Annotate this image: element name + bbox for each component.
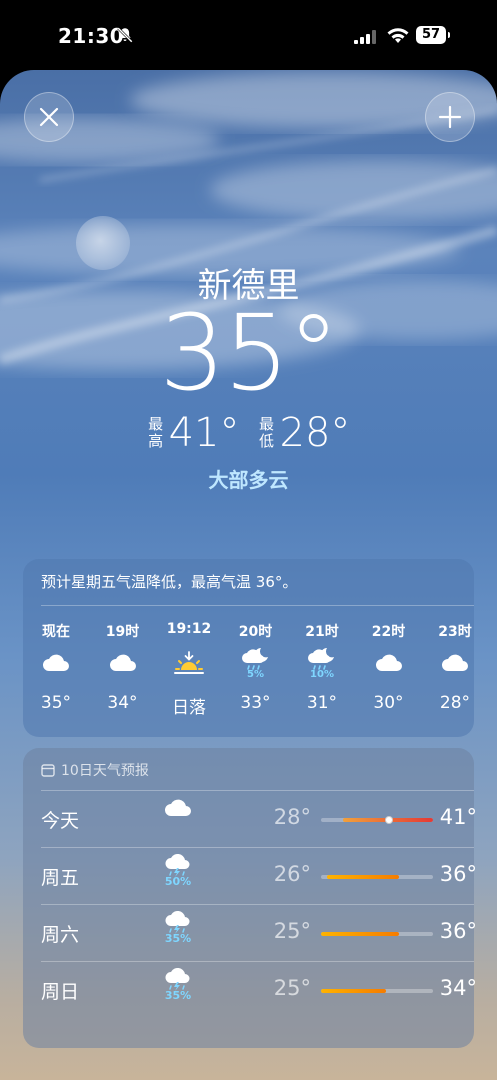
hour-label: 19:12 xyxy=(166,621,212,637)
low-temp: 28° xyxy=(273,805,311,829)
close-button[interactable] xyxy=(24,92,74,142)
hour-temp: 日落 xyxy=(172,698,206,718)
current-temp-marker xyxy=(385,816,394,824)
thunderstorm-icon: 35% xyxy=(153,911,203,945)
cloud-icon xyxy=(90,639,156,687)
condition-text: 大部多云 xyxy=(208,468,289,492)
temp-range-fill xyxy=(321,989,386,993)
high-temp: 36° xyxy=(439,919,477,943)
high-temp: 36° xyxy=(439,862,477,886)
battery-indicator: 57 xyxy=(416,26,450,44)
precip-chance: 50% xyxy=(164,875,192,888)
hourly-item: 19:12 日落 xyxy=(156,621,222,718)
bell-muted-icon xyxy=(117,27,133,43)
hourly-item: 23时 28° xyxy=(422,621,488,713)
hour-label: 现在 xyxy=(42,624,70,640)
daily-row[interactable]: 周日 35% 25° 34° xyxy=(41,961,477,1019)
current-temperature: 35° xyxy=(159,292,339,414)
forecast-note: 预计星期五气温降低，最高气温 36°。 xyxy=(41,573,298,591)
low-label: 最低 xyxy=(258,415,274,450)
low-temp: 25° xyxy=(273,919,311,943)
hourly-item: 现在 35° xyxy=(23,621,89,713)
cloud-icon xyxy=(153,797,203,819)
temp-range-bar xyxy=(321,875,433,879)
hour-temp: 33° xyxy=(240,693,271,713)
calendar-icon xyxy=(41,764,55,777)
plus-icon xyxy=(438,105,462,129)
low-temp: 28° xyxy=(279,410,351,456)
day-name: 周日 xyxy=(41,981,80,1003)
low-temp: 25° xyxy=(273,976,311,1000)
day-name: 今天 xyxy=(41,810,80,832)
cloud-icon xyxy=(356,639,422,687)
hour-label: 20时 xyxy=(238,624,273,640)
cloud-icon xyxy=(422,639,488,687)
temp-range-bar xyxy=(321,989,433,993)
hourly-item: 19时 34° xyxy=(90,621,156,713)
high-temp: 41° xyxy=(168,410,240,456)
hourly-item: 22时 30° xyxy=(356,621,422,713)
sunset-icon xyxy=(156,639,222,687)
day-name: 周六 xyxy=(41,924,80,946)
daily-row[interactable]: 周六 35% 25° 36° xyxy=(41,904,477,962)
daily-row[interactable]: 周五 50% 26° 36° xyxy=(41,847,477,905)
hourly-item: 20时 5% 33° xyxy=(223,621,289,713)
hourly-forecast-card[interactable]: 预计星期五气温降低，最高气温 36°。 现在 35° 19时 34° 19:12 日落 20… xyxy=(23,559,474,737)
cellular-signal-icon xyxy=(354,30,376,44)
temp-range-fill xyxy=(321,932,400,936)
precip-chance: 5% xyxy=(247,669,264,680)
hour-label: 19时 xyxy=(105,624,140,640)
day-name: 周五 xyxy=(41,867,80,889)
temp-range-fill xyxy=(326,875,400,879)
cloud-icon xyxy=(23,639,89,687)
hour-temp: 30° xyxy=(373,693,404,713)
moon-cloud-rain-icon: 10% xyxy=(289,639,355,687)
daily-row[interactable]: 今天 28° 41° xyxy=(41,790,477,848)
divider xyxy=(41,605,474,606)
hour-temp: 35° xyxy=(40,693,72,713)
hour-temp: 28° xyxy=(439,693,471,713)
hour-temp: 31° xyxy=(306,693,338,713)
hourly-item: 21时 10% 31° xyxy=(289,621,355,713)
hour-label: 23时 xyxy=(438,624,472,640)
hour-label: 21时 xyxy=(305,624,339,640)
temp-range-bar xyxy=(321,818,433,822)
precip-chance: 35% xyxy=(164,932,192,945)
high-label: 最高 xyxy=(148,415,164,450)
high-temp: 34° xyxy=(439,976,477,1000)
low-temp: 26° xyxy=(273,862,311,886)
high-low-temps: 最高 41° 最低 28° xyxy=(0,410,497,456)
ten-day-forecast-card[interactable]: 10日天气预报 今天 28° 41° 周五 50% 26° 36° 周六 35% 25° 36° 周日… xyxy=(23,748,477,1048)
status-time: 21:30 xyxy=(58,24,125,48)
forecast-header: 10日天气预报 xyxy=(41,760,149,780)
wifi-icon xyxy=(387,28,409,43)
hour-label: 22时 xyxy=(371,624,406,640)
forecast-title: 10日天气预报 xyxy=(61,763,149,779)
high-temp: 41° xyxy=(439,805,477,829)
moon-cloud-rain-icon: 5% xyxy=(223,639,289,687)
thunderstorm-icon: 35% xyxy=(153,968,203,1002)
temp-range-bar xyxy=(321,932,433,936)
precip-chance: 10% xyxy=(310,669,334,680)
hour-temp: 34° xyxy=(107,693,138,713)
close-icon xyxy=(39,107,59,127)
add-location-button[interactable] xyxy=(425,92,475,142)
status-bar: 21:30 57 xyxy=(0,0,497,70)
thunderstorm-icon: 50% xyxy=(153,854,203,888)
precip-chance: 35% xyxy=(164,989,192,1002)
